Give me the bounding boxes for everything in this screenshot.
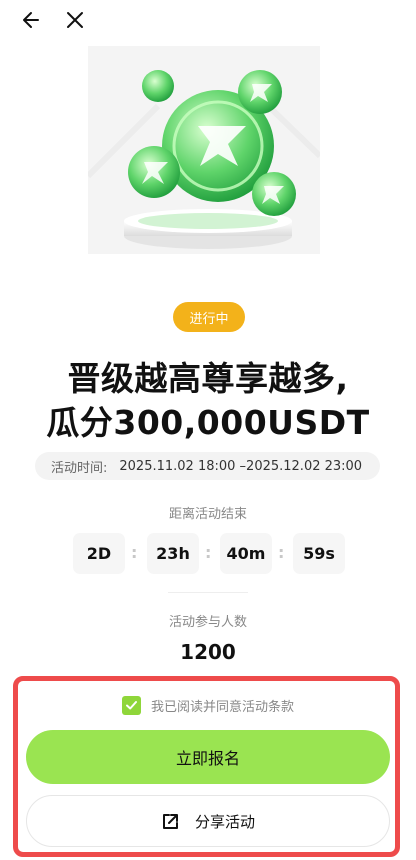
agreement-checkbox[interactable] [121, 695, 141, 715]
share-button-label: 分享活动 [194, 812, 255, 831]
countdown-timer: 2D : 23h : 40m : 59s [0, 533, 416, 575]
register-button[interactable]: 立即报名 [26, 730, 390, 784]
page-title-line-2: 瓜分300,000USDT [46, 403, 370, 442]
divider [168, 592, 248, 593]
share-button[interactable]: 分享活动 [26, 795, 390, 847]
external-share-icon [161, 811, 181, 831]
page-title-line-1: 晋级越高尊享越多, [67, 359, 349, 398]
arrow-left-icon [23, 12, 39, 28]
participants-label: 活动参与人数 [168, 615, 247, 630]
back-button[interactable] [17, 6, 45, 34]
countdown-seconds: 59s [293, 533, 345, 574]
countdown-days: 2D [73, 533, 125, 574]
agreement-row: 我已阅读并同意活动条款 [0, 694, 416, 716]
close-button[interactable] [61, 6, 89, 34]
agreement-text[interactable]: 我已阅读并同意活动条款 [151, 696, 294, 715]
countdown-hours: 23h [147, 533, 199, 574]
participants-count: 1200 [180, 640, 236, 664]
green-coin-trophy-illustration [88, 70, 320, 249]
countdown-separator: : [278, 543, 285, 562]
activity-time: 活动时间: 2025.11.02 18:00 –2025.12.02 23:00 [35, 452, 380, 480]
top-bar [0, 0, 416, 40]
hero-image [88, 46, 320, 254]
countdown-minutes: 40m [220, 533, 272, 574]
countdown-label: 距离活动结束 [168, 507, 247, 522]
countdown-separator: : [205, 543, 212, 562]
activity-time-range: 2025.11.02 18:00 –2025.12.02 23:00 [119, 458, 363, 474]
check-icon [125, 700, 137, 709]
activity-time-label: 活动时间: [51, 460, 108, 476]
status-badge: 进行中 [173, 302, 245, 332]
countdown-separator: : [131, 543, 138, 562]
close-icon [67, 12, 83, 28]
